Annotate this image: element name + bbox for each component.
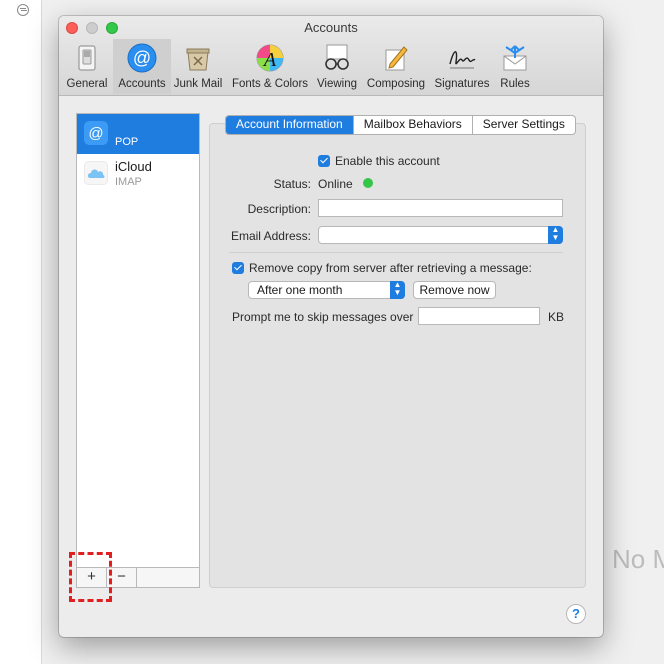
tab-mailbox-behaviors[interactable]: Mailbox Behaviors [352,116,472,134]
toolbar-accounts[interactable]: @ Accounts [113,39,171,94]
remove-copy-label: Remove copy from server after retrieving… [249,261,532,275]
account-item-pop[interactable]: @ POP [77,114,199,154]
account-type: IMAP [115,176,142,188]
cloud-icon [84,161,108,185]
accounts-list: @ POP iCloud IMAP [76,113,200,568]
at-sign-icon: @ [127,43,157,73]
filter-icon[interactable] [17,4,29,16]
description-field[interactable] [318,199,563,217]
email-address-label: Email Address: [230,229,311,243]
account-name: iCloud [115,159,152,174]
trash-bin-icon [186,48,210,71]
toolbar-junk-mail[interactable]: Junk Mail [172,39,224,94]
toolbar-composing[interactable]: Composing [363,39,429,94]
glasses-icon [325,44,349,70]
account-settings-panel [209,123,586,588]
toolbar-fonts-colors[interactable]: A Fonts & Colors [228,39,312,94]
toolbar-signatures[interactable]: Signatures [431,39,493,94]
svg-text:@: @ [133,48,151,68]
status-label: Status: [273,177,311,191]
enable-account-checkbox[interactable] [318,155,330,167]
background-sidebar [0,0,42,664]
select-arrows-icon: ▲ ▼ [390,281,405,299]
enable-account-label: Enable this account [335,154,440,168]
prompt-skip-label: Prompt me to skip messages over [232,310,414,324]
toolbar-general[interactable]: General [64,39,110,94]
accounts-preferences-window: Accounts General @ Accounts Junk Mail A … [59,16,603,637]
rules-envelope-icon [503,45,527,71]
settings-tabs: Account Information Mailbox Behaviors Se… [225,115,576,135]
email-address-select[interactable]: ▲ ▼ [318,226,563,244]
switch-icon [78,45,96,71]
at-sign-icon: @ [84,121,108,145]
prompt-size-unit: KB [548,310,565,324]
remove-copy-checkbox[interactable] [232,262,244,274]
color-font-icon: A [256,44,284,72]
no-message-placeholder: No M [612,544,664,574]
window-content: @ POP iCloud IMAP + − Account Informatio… [59,96,603,637]
remove-when-select[interactable]: After one month ▲ ▼ [248,281,405,299]
account-type: POP [115,136,139,148]
account-item-icloud[interactable]: iCloud IMAP [77,154,199,194]
separator [229,252,563,253]
help-button[interactable]: ? [566,604,586,624]
add-button-highlight [69,552,112,602]
description-label: Description: [247,202,311,216]
toolbar-viewing[interactable]: Viewing [315,39,359,94]
toolbar-rules[interactable]: Rules [496,39,534,94]
preferences-toolbar: General @ Accounts Junk Mail A Fonts & C… [59,39,603,95]
signature-icon [449,51,476,69]
remove-when-value: After one month [257,283,343,297]
select-arrows-icon: ▲ ▼ [548,226,563,244]
svg-text:@: @ [88,125,103,142]
status-value: Online [318,177,353,191]
remove-now-button[interactable]: Remove now [413,281,496,299]
tab-account-information[interactable]: Account Information [226,116,353,134]
online-status-dot [363,178,373,188]
pencil-paper-icon [385,46,408,71]
titlebar: Accounts General @ Accounts Junk Mail A … [59,16,603,96]
window-title: Accounts [304,20,358,35]
tab-server-settings[interactable]: Server Settings [471,116,575,134]
svg-text:A: A [262,49,277,71]
prompt-size-field[interactable] [418,307,540,325]
